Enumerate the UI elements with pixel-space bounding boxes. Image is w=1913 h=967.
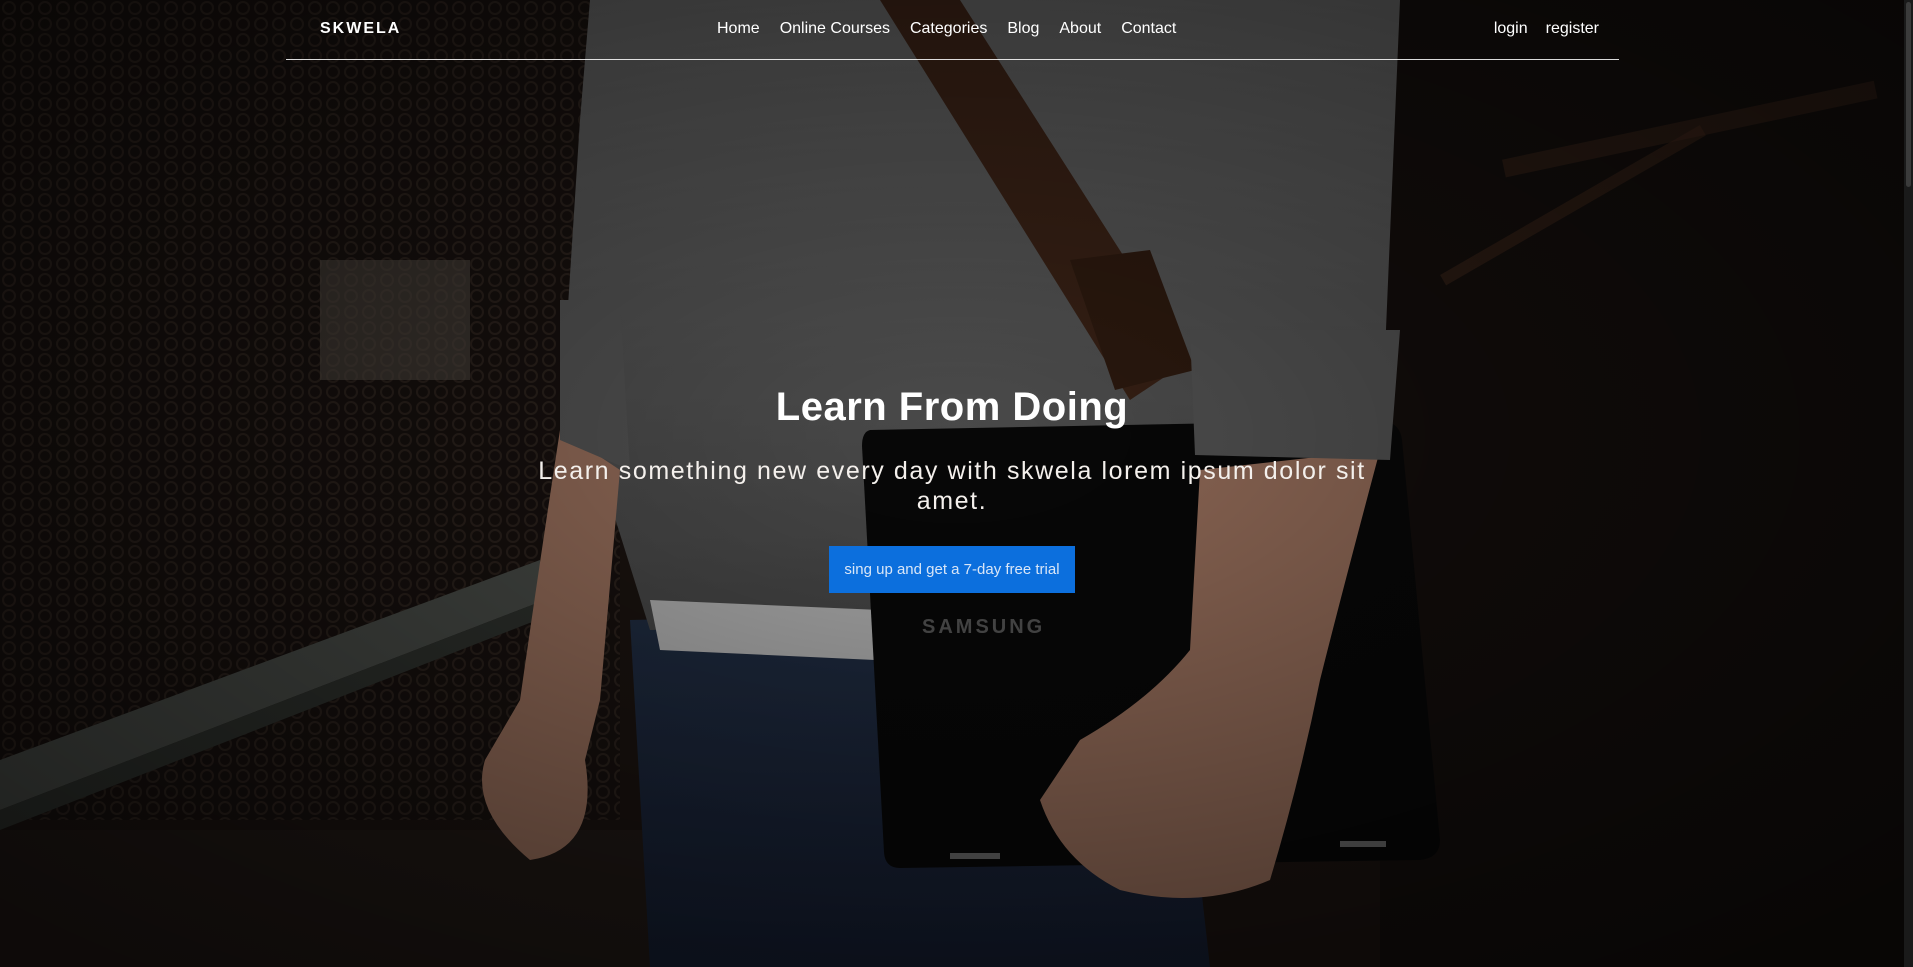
login-link[interactable]: login [1494,20,1528,38]
hero-subtitle: Learn something new every day with skwel… [538,457,1366,515]
scrollbar-thumb[interactable] [1906,2,1911,187]
hero-section: SAMSUNG SKWELA Home Online Courses Categ… [0,0,1913,967]
nav-link-categories[interactable]: Categories [910,20,987,38]
nav-link-about[interactable]: About [1059,20,1101,38]
brand-logo[interactable]: SKWELA [320,20,401,38]
page-scrollbar[interactable] [1904,0,1913,967]
nav-link-blog[interactable]: Blog [1007,20,1039,38]
hero-content: Learn From Doing Learn something new eve… [500,385,1404,593]
register-link[interactable]: register [1546,20,1599,38]
main-menu: Home Online Courses Categories Blog Abou… [717,20,1196,38]
nav-link-online-courses[interactable]: Online Courses [780,20,890,38]
nav-link-contact[interactable]: Contact [1121,20,1176,38]
free-trial-signup-button[interactable]: sing up and get a 7-day free trial [829,546,1075,593]
nav-link-home[interactable]: Home [717,20,760,38]
top-navigation-bar: SKWELA Home Online Courses Categories Bl… [286,0,1619,60]
auth-links: login register [1476,20,1599,38]
hero-title: Learn From Doing [775,385,1129,429]
